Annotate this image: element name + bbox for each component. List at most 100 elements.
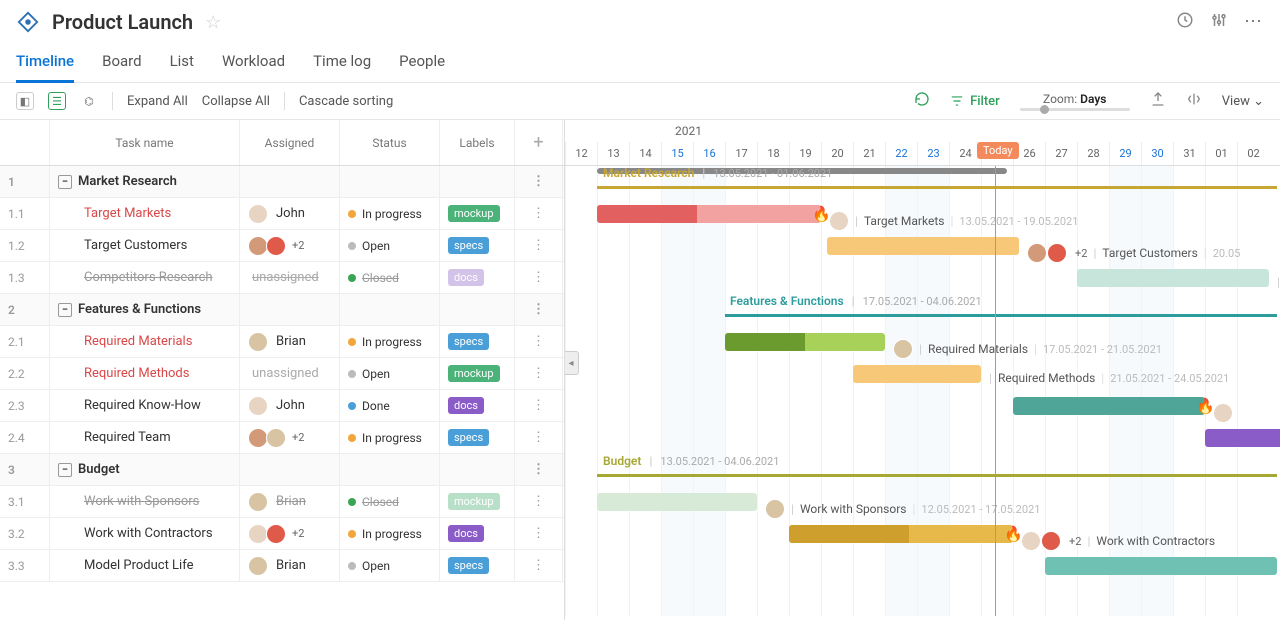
row-menu-icon[interactable]: ⋮ [515, 550, 563, 581]
timeline-row[interactable]: 🔥+2|Work with Contractors [565, 518, 1280, 550]
task-row[interactable]: 1.3Competitors ResearchunassignedClosedd… [0, 262, 564, 294]
timeline-row[interactable]: +2|Target Customers|20.05 [565, 230, 1280, 262]
status-cell[interactable]: Open [340, 550, 440, 581]
status-cell[interactable] [340, 166, 440, 197]
assigned-cell[interactable] [240, 454, 340, 485]
status-cell[interactable]: Open [340, 358, 440, 389]
task-name-cell[interactable]: Required Materials [50, 326, 240, 357]
task-name-cell[interactable]: Work with Contractors [50, 518, 240, 549]
task-bar[interactable]: |Required Methods|21.05.2021 - 24.05.202… [853, 365, 981, 383]
cascade-sorting-button[interactable]: Cascade sorting [299, 94, 393, 109]
star-icon[interactable]: ☆ [205, 12, 221, 33]
gantt-timeline[interactable]: 2021 12131415161718192021222324252627282… [565, 120, 1280, 620]
labels-cell[interactable]: specs [440, 422, 515, 453]
group-row[interactable]: 1−Market Research⋮ [0, 166, 564, 198]
assigned-cell[interactable]: Brian [240, 486, 340, 517]
labels-cell[interactable]: mockup [440, 358, 515, 389]
task-name-cell[interactable]: Work with Sponsors [50, 486, 240, 517]
view-menu-button[interactable]: View ⌄ [1222, 94, 1264, 109]
task-row[interactable]: 3.1Work with SponsorsBrianClosedmockup⋮ [0, 486, 564, 518]
add-column-button[interactable]: + [515, 120, 563, 165]
timeline-row[interactable]: Budget|13.05.2021 - 04.06.2021 [565, 454, 1280, 486]
row-menu-icon[interactable]: ⋮ [515, 486, 563, 517]
assigned-cell[interactable] [240, 294, 340, 325]
assigned-cell[interactable]: Brian [240, 326, 340, 357]
assigned-cell[interactable]: John [240, 390, 340, 421]
timeline-row[interactable]: Features & Functions|17.05.2021 - 04.06.… [565, 294, 1280, 326]
labels-cell[interactable]: mockup [440, 486, 515, 517]
split-icon[interactable] [1186, 91, 1202, 111]
row-menu-icon[interactable]: ⋮ [515, 454, 563, 485]
details-panel-icon[interactable]: ◧ [16, 92, 34, 110]
group-bar[interactable] [597, 474, 1277, 477]
collapse-toggle-icon[interactable]: − [58, 303, 72, 317]
labels-cell[interactable]: specs [440, 326, 515, 357]
timeline-row[interactable] [565, 550, 1280, 582]
settings-sliders-icon[interactable] [1210, 11, 1228, 33]
row-menu-icon[interactable]: ⋮ [515, 198, 563, 229]
expand-all-button[interactable]: Expand All [127, 94, 188, 109]
labels-cell[interactable]: specs [440, 230, 515, 261]
assigned-cell[interactable]: John [240, 198, 340, 229]
collapse-all-button[interactable]: Collapse All [202, 94, 270, 109]
timeline-row[interactable]: |Required Materials|17.05.2021 - 21.05.2… [565, 326, 1280, 358]
assigned-cell[interactable] [240, 166, 340, 197]
labels-cell[interactable]: docs [440, 518, 515, 549]
hierarchy-icon[interactable]: ⌬ [80, 92, 98, 110]
labels-cell[interactable] [440, 166, 515, 197]
task-bar[interactable]: |Required Materials|17.05.2021 - 21.05.2… [725, 333, 885, 351]
status-cell[interactable]: In progress [340, 518, 440, 549]
panel-collapse-handle[interactable]: ◂ [565, 351, 579, 375]
task-row[interactable]: 2.3Required Know-HowJohnDonedocs⋮ [0, 390, 564, 422]
task-bar[interactable]: 🔥|Target Markets|13.05.2021 - 19.05.2021 [597, 205, 821, 223]
more-icon[interactable]: ⋯ [1244, 11, 1264, 33]
task-row[interactable]: 2.2Required MethodsunassignedOpenmockup⋮ [0, 358, 564, 390]
task-row[interactable]: 2.1Required MaterialsBrianIn progressspe… [0, 326, 564, 358]
status-cell[interactable]: Open [340, 230, 440, 261]
task-row[interactable]: 2.4Required Team+2In progressspecs⋮ [0, 422, 564, 454]
task-name-cell[interactable]: Required Methods [50, 358, 240, 389]
task-name-cell[interactable]: Competitors Research [50, 262, 240, 293]
collapse-toggle-icon[interactable]: − [58, 175, 72, 189]
tab-workload[interactable]: Workload [222, 44, 285, 82]
assigned-cell[interactable]: unassigned [240, 262, 340, 293]
row-menu-icon[interactable]: ⋮ [515, 262, 563, 293]
tab-people[interactable]: People [399, 44, 445, 82]
history-icon[interactable] [1176, 11, 1194, 33]
group-row[interactable]: 3−Budget⋮ [0, 454, 564, 486]
timeline-row[interactable]: |Required Methods|21.05.2021 - 24.05.202… [565, 358, 1280, 390]
tab-list[interactable]: List [170, 44, 194, 82]
status-cell[interactable] [340, 454, 440, 485]
export-icon[interactable] [1150, 91, 1166, 111]
status-cell[interactable]: In progress [340, 198, 440, 229]
labels-cell[interactable]: docs [440, 262, 515, 293]
task-bar[interactable]: |Co [1077, 269, 1269, 287]
task-name-cell[interactable]: Required Know-How [50, 390, 240, 421]
task-bar[interactable]: 🔥+2|Work with Contractors [789, 525, 1013, 543]
task-name-cell[interactable]: −Budget [50, 454, 240, 485]
task-bar[interactable]: 🔥 [1013, 397, 1205, 415]
timeline-row[interactable] [565, 422, 1280, 454]
row-menu-icon[interactable]: ⋮ [515, 326, 563, 357]
tab-board[interactable]: Board [102, 44, 141, 82]
timeline-row[interactable]: 🔥 [565, 390, 1280, 422]
task-name-cell[interactable]: Target Markets [50, 198, 240, 229]
row-menu-icon[interactable]: ⋮ [515, 166, 563, 197]
labels-cell[interactable] [440, 294, 515, 325]
zoom-slider[interactable] [1020, 108, 1130, 111]
row-menu-icon[interactable]: ⋮ [515, 294, 563, 325]
task-bar[interactable] [1045, 557, 1277, 575]
status-cell[interactable]: Closed [340, 486, 440, 517]
task-row[interactable]: 3.2Work with Contractors+2In progressdoc… [0, 518, 564, 550]
task-name-cell[interactable]: −Features & Functions [50, 294, 240, 325]
group-bar[interactable] [597, 186, 1277, 189]
row-menu-icon[interactable]: ⋮ [515, 518, 563, 549]
timeline-row[interactable]: |Co [565, 262, 1280, 294]
row-menu-icon[interactable]: ⋮ [515, 390, 563, 421]
tab-timeline[interactable]: Timeline [16, 44, 74, 83]
group-row[interactable]: 2−Features & Functions⋮ [0, 294, 564, 326]
task-name-cell[interactable]: Target Customers [50, 230, 240, 261]
task-row[interactable]: 3.3Model Product LifeBrianOpenspecs⋮ [0, 550, 564, 582]
status-cell[interactable]: In progress [340, 422, 440, 453]
task-name-cell[interactable]: Required Team [50, 422, 240, 453]
